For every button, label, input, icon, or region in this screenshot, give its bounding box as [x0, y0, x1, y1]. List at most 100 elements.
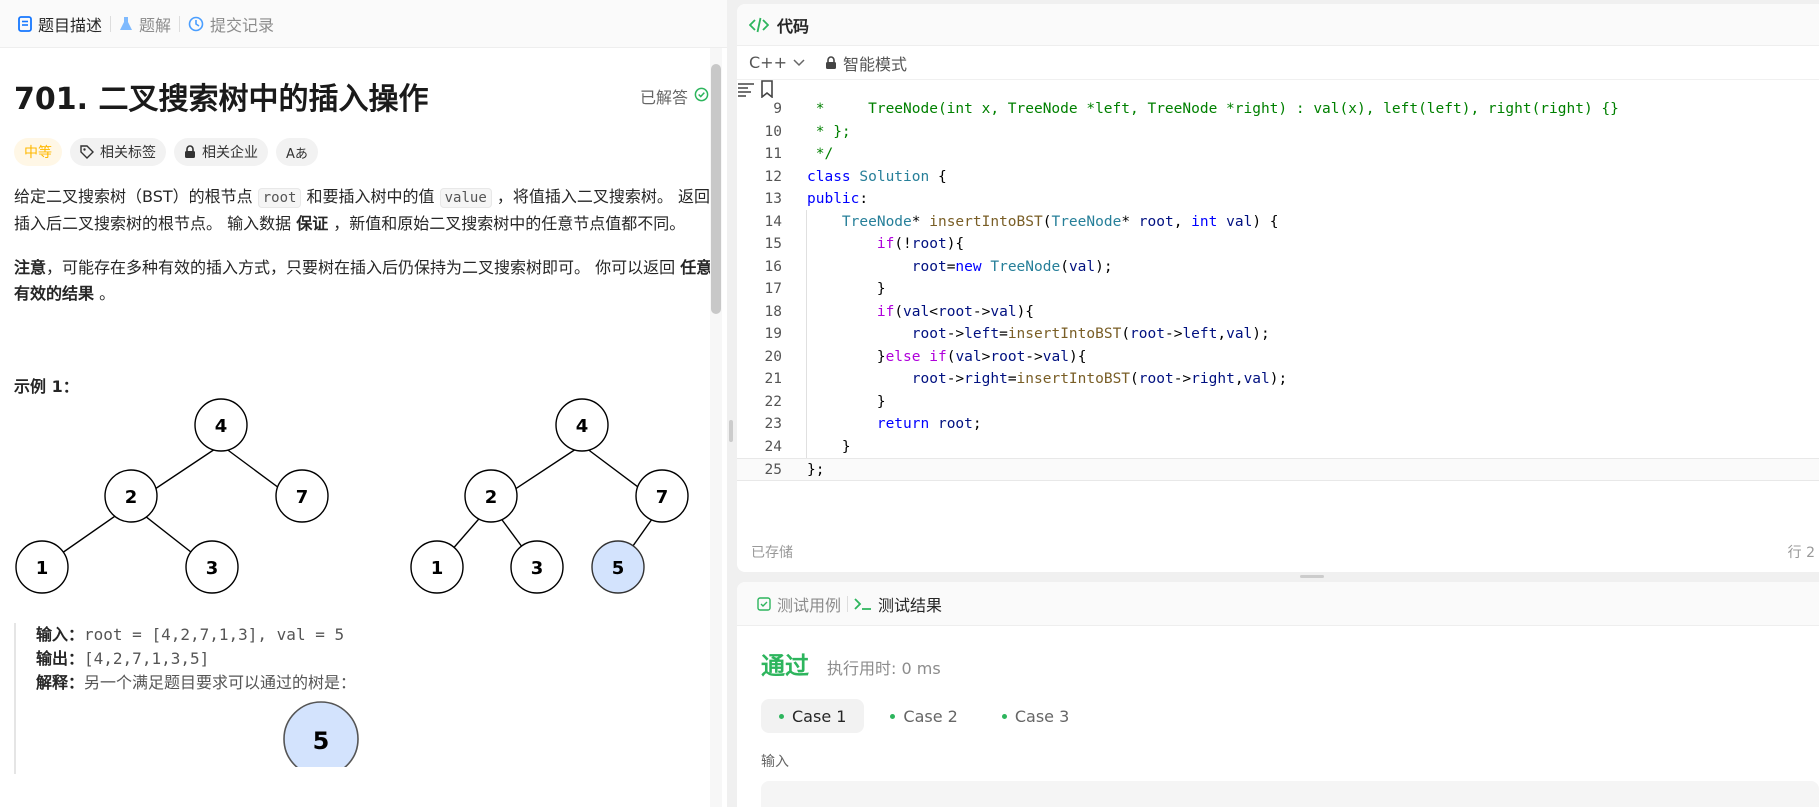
solved-label: 已解答	[639, 88, 688, 107]
code-text: * TreeNode(int x, TreeNode *left, TreeNo…	[807, 101, 1619, 117]
app: 题目描述 题解 提交记录 701. 二叉搜索树中的插入操作 已解答 中等 相关标…	[0, 0, 1819, 807]
check-circle-icon	[694, 87, 709, 106]
code-line[interactable]: 13 public:	[737, 188, 1819, 211]
code-icon	[749, 17, 769, 33]
case-tab[interactable]: Case 3	[984, 699, 1087, 733]
document-icon	[18, 15, 32, 32]
line-number: 25	[764, 462, 782, 478]
case-label: Case 2	[903, 706, 958, 726]
code-line[interactable]: 20 }else if(val>root->val){	[737, 346, 1819, 369]
svg-text:1: 1	[36, 558, 49, 579]
related-companies-label: 相关企业	[202, 145, 258, 161]
code-line[interactable]: 15 if(!root){	[737, 233, 1819, 256]
code-line[interactable]: 14 TreeNode* insertIntoBST(TreeNode* roo…	[737, 211, 1819, 234]
text: 和要插入树中的值	[301, 187, 440, 206]
svg-text:3: 3	[206, 558, 219, 579]
code-line[interactable]: 17 }	[737, 278, 1819, 301]
code-line[interactable]: 16 root=new TreeNode(val);	[737, 256, 1819, 279]
example-output: 输出：[4,2,7,1,3,5]	[36, 647, 713, 671]
code-line[interactable]: 18 if(val<root->val){	[737, 301, 1819, 324]
mode-label: 智能模式	[842, 54, 907, 74]
line-number: 10	[764, 123, 782, 140]
text: ，新值和原始二叉搜索树中的任意节点值都不同。	[328, 214, 686, 233]
code-line[interactable]: 22 }	[737, 391, 1819, 414]
tree-diagram: 4 2 7 1 3 4 2 7 1 3 5	[15, 398, 689, 594]
text: 给定二叉搜索树（BST）的根节点	[14, 187, 258, 206]
example-title: 示例 1：	[14, 377, 79, 396]
lock-icon	[184, 145, 196, 159]
code-line[interactable]: 23 return root;	[737, 413, 1819, 436]
extra-tree-node: 5	[283, 701, 359, 777]
status-dot	[1001, 713, 1007, 719]
code-text: public:	[807, 191, 869, 207]
code-line[interactable]: 19 root->left=insertIntoBST(root->left,v…	[737, 323, 1819, 346]
code-text: return root;	[876, 416, 982, 432]
tab-testcases[interactable]: 测试用例	[751, 592, 847, 616]
case-tab[interactable]: Case 2	[872, 699, 975, 733]
tab-description[interactable]: 题目描述	[10, 0, 110, 48]
code-text: */	[807, 146, 834, 162]
tab-solutions[interactable]: 题解	[111, 0, 179, 48]
svg-text:2: 2	[485, 487, 498, 508]
smart-mode-toggle[interactable]: 智能模式	[825, 51, 907, 75]
tag-row: 中等 相关标签 相关企业 Aあ	[14, 138, 713, 166]
tab-description-label: 题目描述	[38, 15, 103, 35]
code-line[interactable]: 24 }	[737, 436, 1819, 459]
checkbox-icon	[757, 596, 771, 611]
code-text: }	[807, 438, 851, 455]
code-line[interactable]: 9 * TreeNode(int x, TreeNode *left, Tree…	[737, 98, 1819, 121]
history-icon	[188, 16, 204, 32]
problem-content: 701. 二叉搜索树中的插入操作 已解答 中等 相关标签 相关企业 Aあ 给定二…	[0, 74, 727, 777]
code-line[interactable]: 21 root->right=insertIntoBST(root->right…	[737, 368, 1819, 391]
vertical-splitter-handle[interactable]	[729, 420, 733, 442]
input-label: 输入：	[36, 625, 85, 644]
bold-text: 注意	[14, 258, 47, 277]
tree-node: 2	[464, 469, 518, 523]
line-number: 16	[764, 258, 782, 275]
horizontal-splitter-handle[interactable]	[1300, 575, 1324, 578]
case-label: Case 1	[792, 706, 847, 726]
tree-node: 1	[15, 540, 69, 594]
terminal-icon	[854, 597, 872, 611]
code-text: * };	[807, 123, 851, 140]
code-text: if(!root){	[876, 236, 965, 252]
code-line[interactable]: 11 */	[737, 143, 1819, 166]
test-tabs: 测试用例 测试结果	[737, 582, 1819, 626]
svg-text:7: 7	[296, 487, 309, 508]
related-tags-button[interactable]: 相关标签	[70, 138, 166, 166]
code-value: value	[439, 188, 492, 208]
example-block: 输入：root = [4,2,7,1,3], val = 5 输出：[4,2,7…	[14, 623, 713, 777]
code-text: }else if(val>root->val){	[807, 348, 1087, 365]
bold-text: 保证	[296, 214, 329, 233]
case-tab[interactable]: Case 1	[761, 699, 865, 733]
language-select[interactable]: C++	[749, 53, 805, 72]
input-label: 输入	[761, 754, 789, 770]
code-line[interactable]: 12 class Solution {	[737, 166, 1819, 189]
tree-node: 4	[555, 398, 609, 452]
explanation-label: 解释：	[36, 673, 85, 692]
translate-icon: Aあ	[286, 146, 308, 162]
related-companies-button[interactable]: 相关企业	[174, 138, 268, 166]
save-status: 已存储	[751, 545, 793, 561]
code-line[interactable]: 25};	[737, 458, 1819, 481]
line-number: 22	[764, 393, 782, 410]
status-dot	[890, 713, 896, 719]
tab-results[interactable]: 测试结果	[848, 592, 948, 616]
tree-node-highlighted: 5	[591, 540, 645, 594]
tab-submissions[interactable]: 提交记录	[180, 0, 282, 48]
code-editor[interactable]: 9 * TreeNode(int x, TreeNode *left, Tree…	[737, 98, 1819, 481]
svg-text:7: 7	[656, 487, 669, 508]
code-text: }	[807, 393, 886, 410]
line-number: 13	[764, 191, 782, 207]
problem-panel: 题目描述 题解 提交记录 701. 二叉搜索树中的插入操作 已解答 中等 相关标…	[0, 0, 727, 807]
problem-title[interactable]: 701. 二叉搜索树中的插入操作	[14, 74, 428, 118]
scrollbar-thumb[interactable]	[711, 64, 721, 314]
code-panel: 代码 C++ 智能模式 9 * TreeNode(int x, TreeNode…	[737, 4, 1819, 572]
font-size-button[interactable]: Aあ	[276, 138, 318, 166]
example-explanation: 解释：另一个满足题目要求可以通过的树是：	[36, 671, 713, 695]
code-header: 代码	[737, 4, 1819, 46]
line-number: 24	[764, 438, 782, 455]
code-line[interactable]: 10 * };	[737, 121, 1819, 144]
solved-status: 已解答	[640, 84, 709, 108]
tree-node: 2	[104, 469, 158, 523]
